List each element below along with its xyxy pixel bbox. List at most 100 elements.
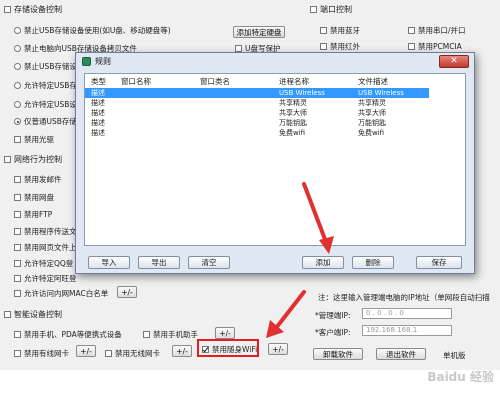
network-option-6[interactable]: 允许特定QQ登 [14,258,73,269]
storage-option-4-label: 允许特定USB存 [24,81,77,90]
smart-option-5[interactable]: 禁用随身WiFi [202,344,257,355]
rules-dialog-titlebar[interactable]: 规则 [76,53,474,70]
network-option-7-checkbox[interactable] [14,275,21,282]
rules-dialog: 规则 ✕ 类型 窗口名称 窗口类名 进程名称 文件描述 描述 USB Wirel… [75,52,475,274]
network-option-8-checkbox[interactable] [14,290,21,297]
smart-option-1[interactable]: 禁用手机、PDA等便携式设备 [14,329,122,340]
table-row[interactable]: 描述 共享大师 共享大师 [85,108,465,118]
storage-option-4-radio[interactable] [14,82,21,89]
u-disk-protect-checkbox[interactable] [235,45,242,52]
smart-option-4-checkbox[interactable] [105,350,112,357]
smart-option-3[interactable]: 禁用有线网卡 [14,348,69,359]
port-option-1[interactable]: 禁用蓝牙 [320,25,360,36]
delete-button[interactable]: 删除 [352,256,394,269]
column-window-name[interactable]: 窗口名称 [121,76,151,87]
storage-option-3-radio[interactable] [14,63,21,70]
app-window: 存储设备控制 禁止USB存储设备使用(如U盘、移动硬盘等) 添加特定硬盘 禁止电… [0,0,500,370]
port-option-2-label: 禁用串口/并口 [418,26,466,35]
column-process-name[interactable]: 进程名称 [279,76,309,87]
network-option-8[interactable]: 允许访问内网MAC白名单 [14,288,108,299]
smart-option-2-checkbox[interactable] [143,331,150,338]
mac-whitelist-plusminus-button[interactable]: +/- [117,286,137,298]
network-option-4[interactable]: 禁用程序传送文 [14,226,77,237]
port-option-4[interactable]: 禁用PCMCIA [408,41,462,52]
port-option-2[interactable]: 禁用串口/并口 [408,25,466,36]
table-row[interactable]: 描述 USB Wireless USB Wireless [85,88,429,98]
clear-button[interactable]: 清空 [188,256,230,269]
save-button[interactable]: 保存 [416,256,462,269]
network-option-2[interactable]: 禁用网盘 [14,192,54,203]
exit-button[interactable]: 退出软件 [376,348,426,360]
smart-option-4[interactable]: 禁用无线网卡 [105,348,160,359]
storage-group-header: 存储设备控制 [4,4,62,15]
disable-cdrom-checkbox[interactable] [14,136,21,143]
cell-process: 共享精灵 [279,99,307,107]
network-option-1[interactable]: 禁用发邮件 [14,174,62,185]
cell-desc: 共享大师 [358,109,386,117]
cell-desc: 万能钥匙 [358,119,386,127]
network-option-1-checkbox[interactable] [14,176,21,183]
storage-group-title: 存储设备控制 [14,5,62,14]
network-option-6-checkbox[interactable] [14,260,21,267]
manager-ip-input[interactable]: 0 . 0 . 0 . 0 [362,308,452,319]
network-option-2-checkbox[interactable] [14,194,21,201]
storage-option-1[interactable]: 禁止USB存储设备使用(如U盘、移动硬盘等) [14,25,171,36]
client-ip-input[interactable]: 192.168.168.1 [362,325,452,336]
network-option-1-label: 禁用发邮件 [24,175,62,184]
arrow-to-wifi-icon [266,290,306,338]
port-option-1-checkbox[interactable] [320,27,327,34]
uninstall-button[interactable]: 卸载软件 [313,348,363,360]
smart-option-1-checkbox[interactable] [14,331,21,338]
smart-option-5-checkbox[interactable] [202,346,209,353]
port-option-4-checkbox[interactable] [408,43,415,50]
arrow-shaft [302,182,328,244]
column-file-desc[interactable]: 文件描述 [358,76,388,87]
standalone-label: 单机版 [443,351,466,360]
storage-option-4[interactable]: 允许特定USB存 [14,80,77,91]
wireless-nic-plusminus-button[interactable]: +/- [172,345,192,357]
network-option-7[interactable]: 允许特定阿旺登 [14,273,77,284]
storage-option-3-label: 禁止USB存储设 [24,62,77,71]
smart-option-2[interactable]: 禁用手机助手 [143,329,198,340]
storage-option-5[interactable]: 允许特定USB设 [14,99,77,110]
disable-cdrom[interactable]: 禁用光驱 [14,134,54,145]
add-specific-disk-button[interactable]: 添加特定硬盘 [233,26,285,38]
column-type[interactable]: 类型 [91,76,106,87]
close-icon[interactable]: ✕ [439,55,469,68]
storage-option-1-radio[interactable] [14,27,21,34]
port-group-checkbox[interactable] [310,6,317,13]
network-option-5-label: 禁用网页文件上 [24,243,77,252]
network-option-3-checkbox[interactable] [14,211,21,218]
port-option-3[interactable]: 禁用红外 [320,41,360,52]
table-row[interactable]: 描述 共享精灵 共享精灵 [85,98,465,108]
wifi-plusminus-button[interactable]: +/- [268,343,288,355]
column-window-class[interactable]: 窗口类名 [200,76,230,87]
network-option-6-label: 允许特定QQ登 [24,259,74,268]
port-option-3-checkbox[interactable] [320,43,327,50]
export-button[interactable]: 导出 [138,256,180,269]
storage-option-6[interactable]: 仅普通USB存储设 [14,116,84,127]
network-option-3[interactable]: 禁用FTP [14,209,52,220]
network-option-5-checkbox[interactable] [14,244,21,251]
table-row[interactable]: 描述 万能钥匙 万能钥匙 [85,118,465,128]
network-option-4-checkbox[interactable] [14,228,21,235]
port-option-1-label: 禁用蓝牙 [330,26,360,35]
cell-desc: 共享精灵 [358,99,386,107]
smart-group-checkbox[interactable] [4,311,11,318]
storage-group-checkbox[interactable] [4,6,11,13]
port-option-4-label: 禁用PCMCIA [418,42,462,51]
network-group-header: 网络行为控制 [4,154,62,165]
storage-option-6-radio[interactable] [14,118,21,125]
storage-option-2-radio[interactable] [14,45,21,52]
wired-nic-plusminus-button[interactable]: +/- [76,345,96,357]
phone-assistant-plusminus-button[interactable]: +/- [215,327,235,339]
table-row[interactable]: 描述 免费wifi 免费wifi [85,128,465,138]
smart-group-title: 智能设备控制 [14,310,62,319]
storage-option-5-radio[interactable] [14,101,21,108]
import-button[interactable]: 导入 [88,256,130,269]
port-option-2-checkbox[interactable] [408,27,415,34]
storage-option-3[interactable]: 禁止USB存储设 [14,61,77,72]
network-group-checkbox[interactable] [4,156,11,163]
smart-option-3-checkbox[interactable] [14,350,21,357]
network-option-5[interactable]: 禁用网页文件上 [14,242,77,253]
